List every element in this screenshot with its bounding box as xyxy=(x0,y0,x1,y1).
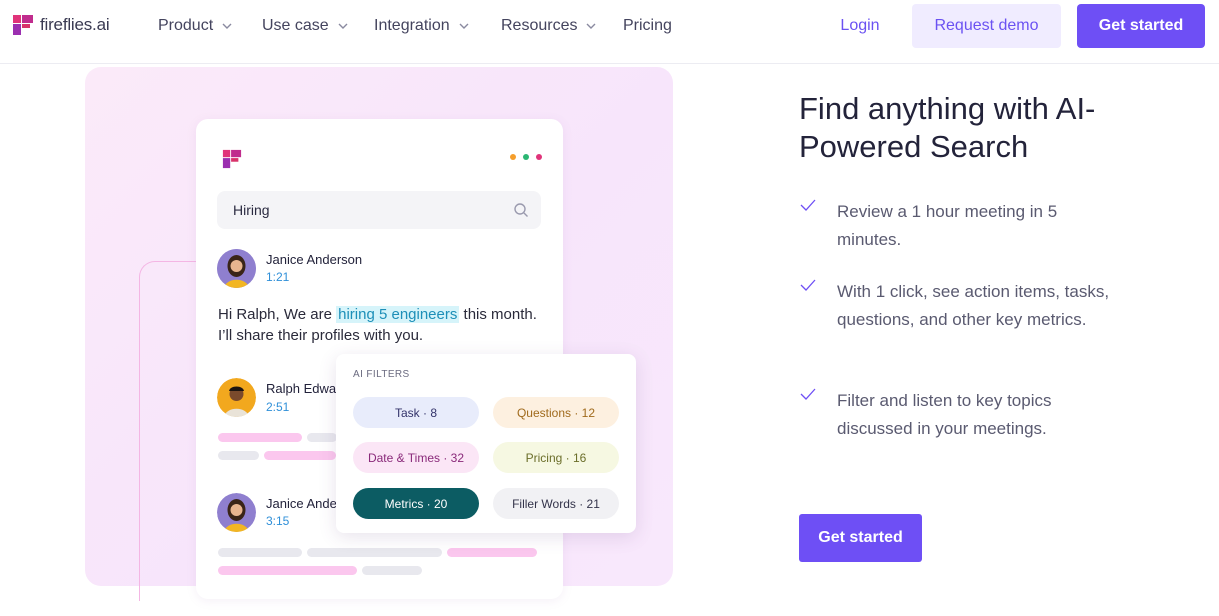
nav-item-product[interactable]: Product xyxy=(158,16,233,36)
avatar xyxy=(217,378,256,417)
nav-item-pricing[interactable]: Pricing xyxy=(623,16,672,36)
get-started-button[interactable]: Get started xyxy=(799,514,922,562)
logo-text: fireflies.ai xyxy=(40,15,110,34)
filter-chip-task[interactable]: Task · 8 xyxy=(353,397,479,428)
filter-chip-pricing[interactable]: Pricing · 16 xyxy=(493,442,619,473)
check-icon xyxy=(800,279,816,291)
person-name: Ralph Edwa xyxy=(266,381,337,396)
ai-filters-panel: AI FILTERS Task · 8 Questions · 12 Date … xyxy=(336,354,636,533)
nav-item-label: Resources xyxy=(501,17,578,34)
search-highlight: hiring 5 engineers xyxy=(336,306,460,323)
person-name: Janice Ande xyxy=(266,496,337,511)
placeholder-bar xyxy=(307,433,337,442)
search-field[interactable]: Hiring xyxy=(217,191,541,229)
person-icon xyxy=(217,378,256,417)
timestamp-link[interactable]: 3:15 xyxy=(266,514,289,528)
nav-item-label: Use case xyxy=(262,17,329,34)
filter-chip-filler-words[interactable]: Filler Words · 21 xyxy=(493,488,619,519)
placeholder-bar xyxy=(362,566,422,575)
timestamp-link[interactable]: 1:21 xyxy=(266,270,289,284)
filter-chip-metrics[interactable]: Metrics · 20 xyxy=(353,488,479,519)
chevron-down-icon xyxy=(338,23,348,29)
message-text-before: Hi Ralph, We are xyxy=(218,306,337,323)
ai-filters-title: AI FILTERS xyxy=(353,369,410,380)
fireflies-logo-icon xyxy=(222,149,242,169)
login-button[interactable]: Login xyxy=(826,4,894,48)
timestamp-link[interactable]: 2:51 xyxy=(266,400,289,414)
chevron-down-icon xyxy=(459,23,469,29)
filter-chip-questions[interactable]: Questions · 12 xyxy=(493,397,619,428)
avatar xyxy=(217,493,256,532)
top-navigation: fireflies.ai Product Use case Integratio… xyxy=(0,0,1219,64)
nav-item-integration[interactable]: Integration xyxy=(374,16,470,36)
get-started-nav-button[interactable]: Get started xyxy=(1077,4,1205,48)
filter-chip-date-times[interactable]: Date & Times · 32 xyxy=(353,442,479,473)
fireflies-logo-icon xyxy=(13,15,33,35)
pink-dot xyxy=(536,154,542,160)
placeholder-bar xyxy=(307,548,442,557)
placeholder-bar xyxy=(218,566,357,575)
person-name: Janice Anderson xyxy=(266,252,363,267)
orange-dot xyxy=(510,154,516,160)
placeholder-bar xyxy=(218,433,302,442)
search-query: Hiring xyxy=(233,202,270,218)
chevron-down-icon xyxy=(586,23,596,29)
check-icon xyxy=(800,388,816,400)
nav-item-use-case[interactable]: Use case xyxy=(262,16,349,36)
nav-item-resources[interactable]: Resources xyxy=(501,16,597,36)
placeholder-bar xyxy=(218,451,259,460)
person-icon xyxy=(217,249,256,288)
nav-item-label: Pricing xyxy=(623,17,672,34)
feature-text: Review a 1 hour meeting in 5 minutes. xyxy=(837,202,1058,249)
placeholder-bar xyxy=(447,548,537,557)
feature-text: With 1 click, see action items, tasks, q… xyxy=(837,282,1110,329)
avatar xyxy=(217,249,256,288)
brand-logo[interactable]: fireflies.ai xyxy=(12,14,110,36)
transcript-message: Hi Ralph, We are hiring 5 engineers this… xyxy=(218,304,553,346)
nav-item-label: Integration xyxy=(374,17,450,34)
green-dot xyxy=(523,154,529,160)
check-icon xyxy=(800,199,816,211)
nav-item-label: Product xyxy=(158,17,214,34)
placeholder-bar xyxy=(218,548,302,557)
request-demo-button[interactable]: Request demo xyxy=(912,4,1061,48)
person-icon xyxy=(217,493,256,532)
window-dots xyxy=(510,154,542,160)
chevron-down-icon xyxy=(222,23,232,29)
placeholder-bar xyxy=(264,451,336,460)
feature-text: Filter and listen to key topics discusse… xyxy=(837,391,1052,438)
section-headline: Find anything with AI-Powered Search xyxy=(799,91,1096,164)
search-icon xyxy=(514,203,528,217)
